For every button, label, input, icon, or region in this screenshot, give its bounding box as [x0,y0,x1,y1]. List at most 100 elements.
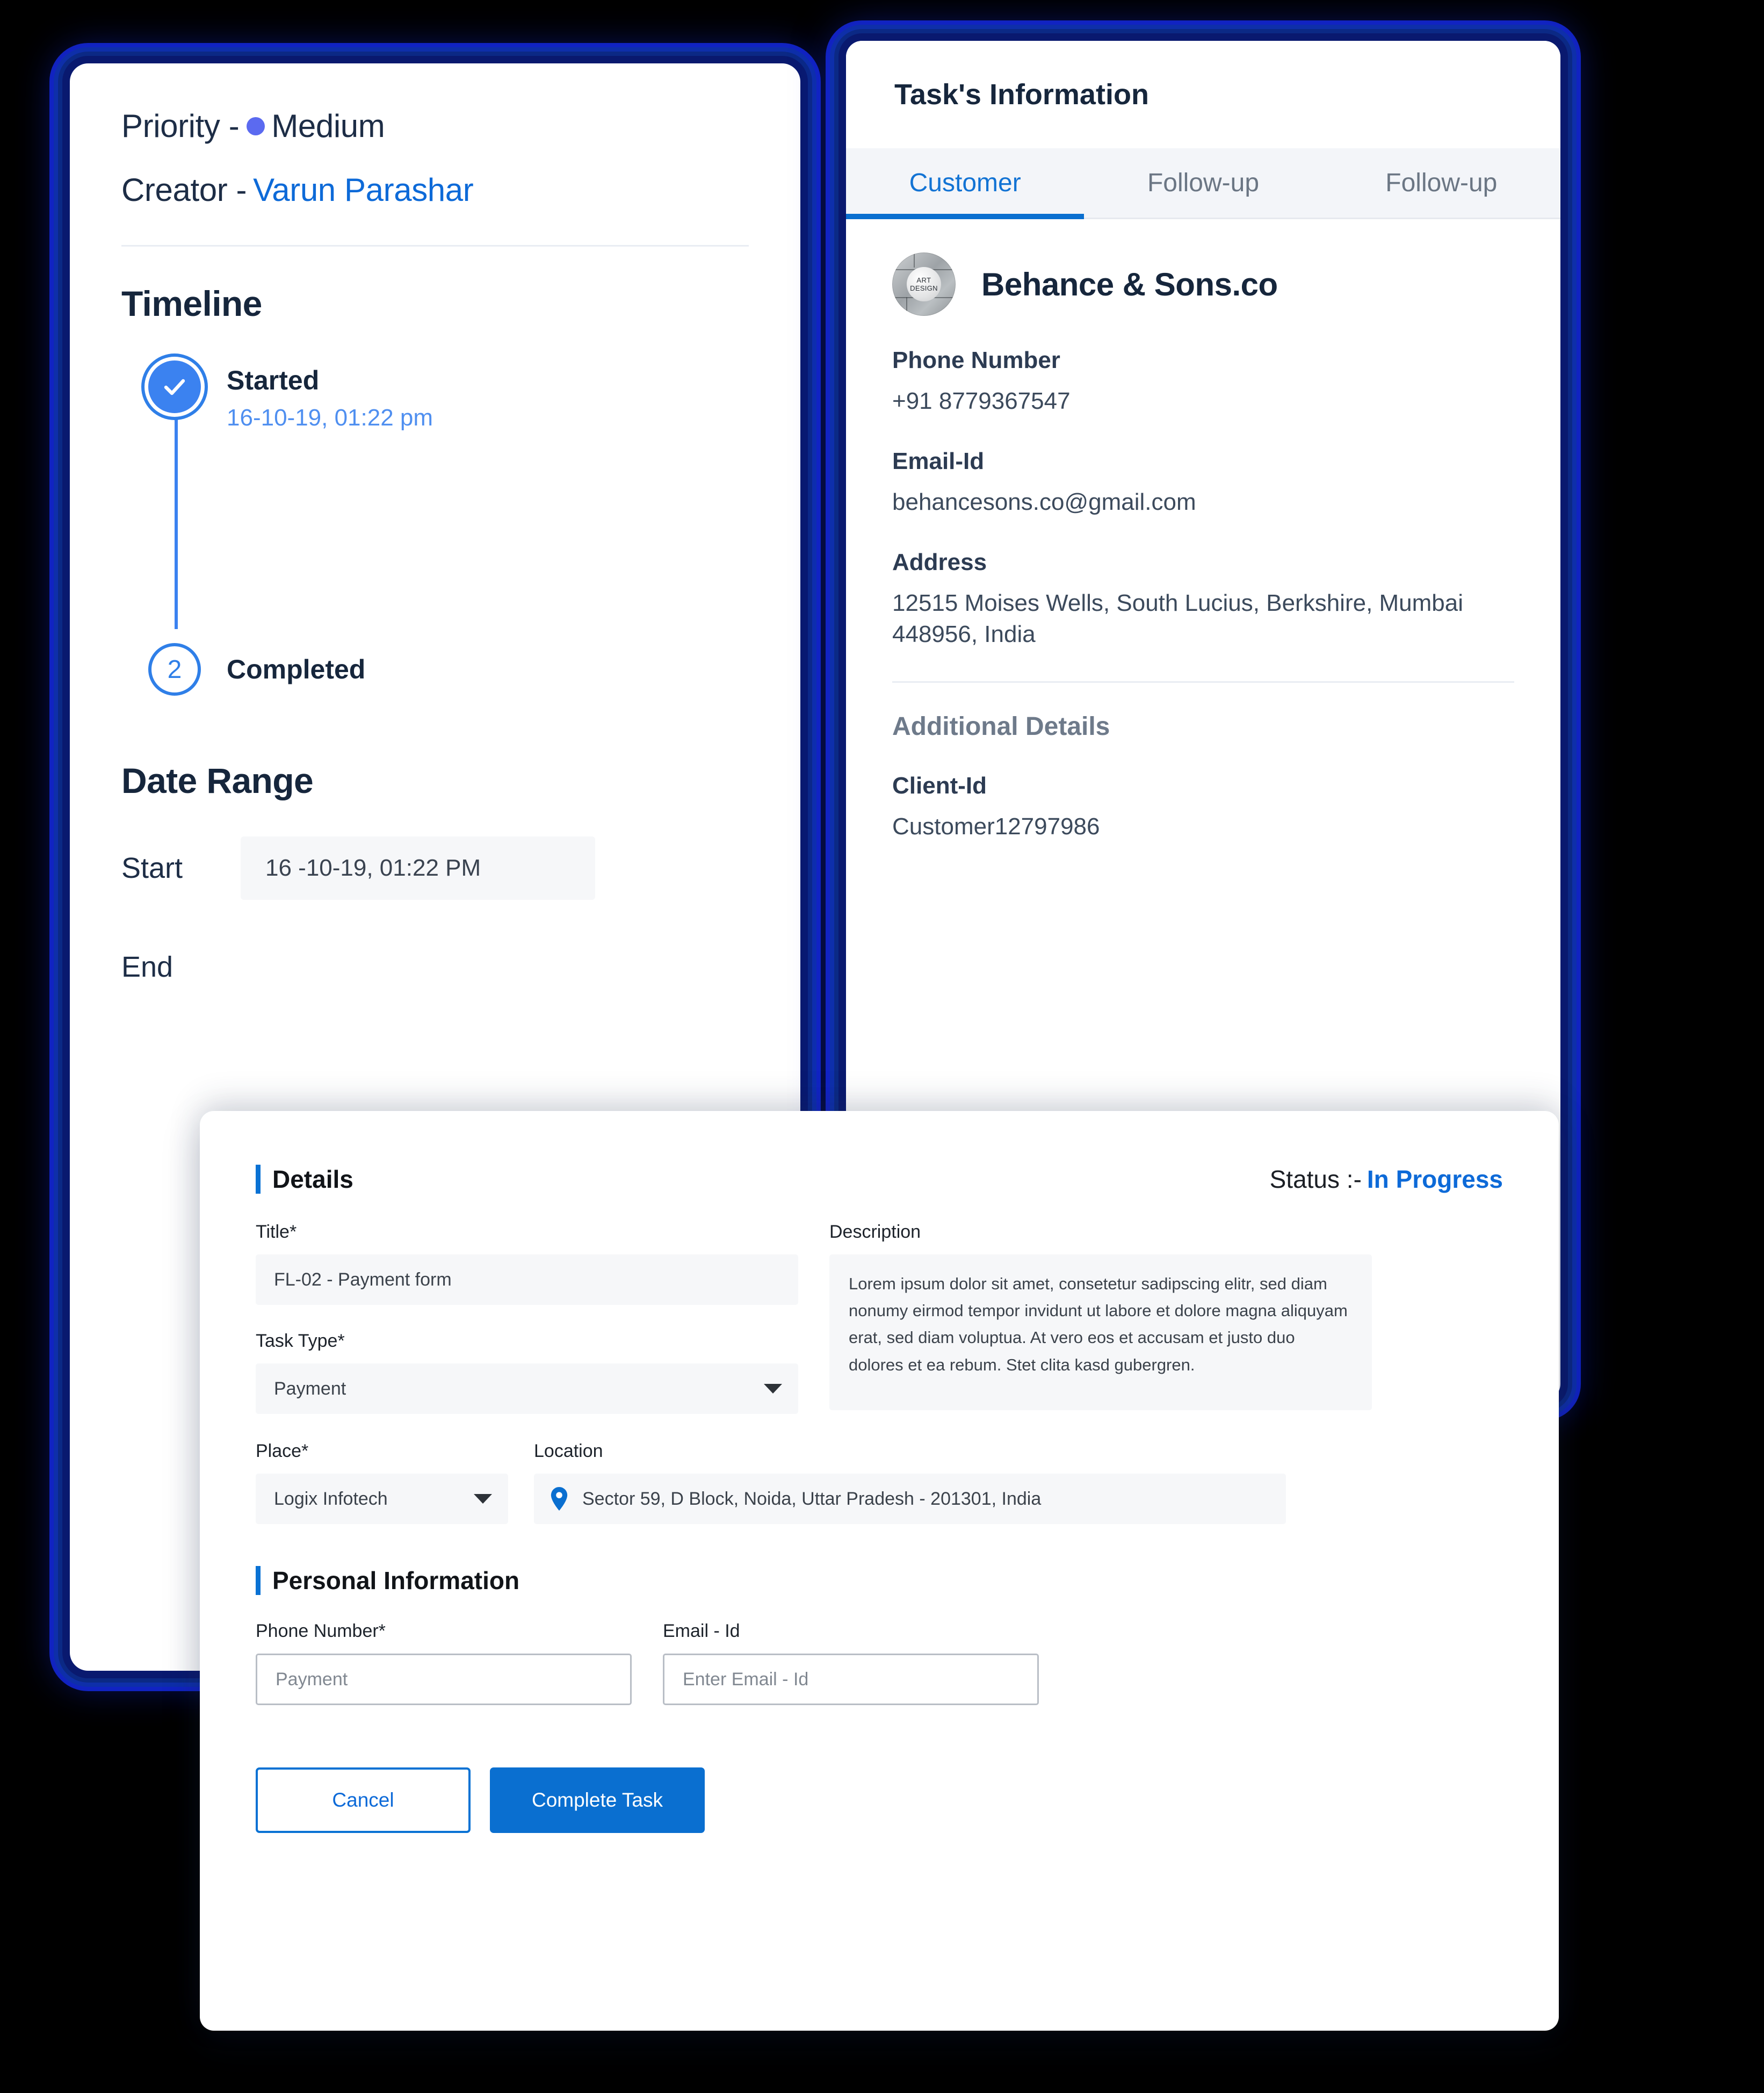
timeline-label: Completed [227,654,366,684]
personal-information-heading: Personal Information [272,1567,520,1594]
timeline-step-number: 2 [167,655,182,684]
customer-address-block: Address 12515 Moises Wells, South Lucius… [892,549,1514,650]
date-start-label: Start [121,852,183,884]
place-value: Logix Infotech [274,1488,388,1509]
details-heading: Details [272,1165,353,1193]
email-input[interactable]: Enter Email - Id [663,1654,1039,1705]
customer-email-block: Email-Id behancesons.co@gmail.com [892,448,1514,518]
timeline-text-started: Started 16-10-19, 01:22 pm [227,360,433,431]
map-pin-icon [551,1487,568,1511]
client-id-value: Customer12797986 [892,813,1100,840]
tab-followup-1[interactable]: Follow-up [1084,148,1322,218]
customer-tab-panel: ART DESIGN Behance & Sons.co Phone Numbe… [846,219,1560,842]
customer-address-value: 12515 Moises Wells, South Lucius, Berksh… [892,590,1464,648]
complete-task-button[interactable]: Complete Task [490,1767,705,1833]
date-range-start-row: Start 16 -10-19, 01:22 PM [121,836,800,900]
status-label: Status :- [1269,1165,1362,1193]
company-logo-avatar: ART DESIGN [892,252,956,316]
task-type-label: Task Type* [256,1331,345,1351]
timeline-heading: Timeline [121,284,262,323]
email-field-group: Email - Id Enter Email - Id [663,1621,1039,1705]
status-badge: Status :- In Progress [1270,1165,1503,1194]
priority-dot-icon [247,117,265,135]
timeline-marker-done [148,360,201,413]
location-label: Location [534,1441,603,1461]
check-icon [164,379,185,395]
task-type-value: Payment [274,1378,346,1399]
logo-line-5 [906,297,907,316]
description-label: Description [829,1222,921,1242]
priority-label: Priority - [121,108,240,144]
customer-phone-value: +91 8779367547 [892,388,1071,414]
location-value: Sector 59, D Block, Noida, Uttar Pradesh… [582,1488,1042,1509]
timeline-time: 16-10-19, 01:22 pm [227,405,433,431]
timeline-label: Started [227,365,320,395]
personal-information-row: Phone Number* Payment Email - Id Enter E… [256,1621,1503,1705]
customer-name: Behance & Sons.co [981,266,1278,302]
details-heading-group: Details [256,1165,353,1194]
tab-customer[interactable]: Customer [846,148,1085,219]
status-value: In Progress [1367,1165,1503,1193]
creator-row: Creator - Varun Parashar [121,171,800,208]
task-details-modal: Details Status :- In Progress Title* FL-0… [200,1111,1559,2031]
phone-field-group: Phone Number* Payment [256,1621,632,1705]
logo-text-design: DESIGN [910,284,938,292]
customer-phone-label: Phone Number [892,347,1060,373]
task-information-tabs: Customer Follow-up Follow-up [846,148,1560,219]
timeline-marker-pending: 2 [148,643,201,696]
additional-details-heading: Additional Details [892,712,1110,741]
personal-information-heading-group: Personal Information [256,1566,1503,1595]
details-form-grid: Title* FL-02 - Payment form Task Type* P… [256,1222,1503,1414]
cancel-button[interactable]: Cancel [256,1767,471,1833]
task-information-header: Task's Information [846,41,1560,148]
additional-details-divider [892,681,1514,683]
timeline-item-completed: 2 Completed [148,643,800,696]
phone-input[interactable]: Payment [256,1654,632,1705]
client-id-label: Client-Id [892,773,987,799]
screen-root: Priority - Medium Creator - Varun Parash… [0,0,1764,2093]
creator-link[interactable]: Varun Parashar [253,171,474,208]
details-header-row: Details Status :- In Progress [256,1165,1503,1194]
modal-actions: Cancel Complete Task [256,1767,1503,1833]
date-end-label: End [121,951,173,983]
logo-line-1 [914,252,915,268]
logo-inner-disc: ART DESIGN [907,267,941,301]
customer-identity-row: ART DESIGN Behance & Sons.co [892,252,1514,316]
timeline-list: Started 16-10-19, 01:22 pm 2 Completed [121,360,800,696]
description-textarea[interactable]: Lorem ipsum dolor sit amet, consetetur s… [829,1254,1372,1410]
phone-label: Phone Number* [256,1621,386,1641]
priority-value: Medium [271,108,385,144]
tab-followup-2[interactable]: Follow-up [1322,148,1560,218]
location-field-group: Location Sector 59, D Block, Noida, Utta… [534,1441,1286,1524]
title-input[interactable]: FL-02 - Payment form [256,1254,798,1305]
details-right-column: Description Lorem ipsum dolor sit amet, … [829,1222,1372,1414]
timeline-text-completed: Completed [227,654,365,685]
chevron-down-icon [474,1494,492,1504]
details-accent-bar [256,1165,261,1194]
place-label: Place* [256,1441,309,1461]
place-select[interactable]: Logix Infotech [256,1474,508,1524]
customer-phone-block: Phone Number +91 8779367547 [892,347,1514,417]
place-location-row: Place* Logix Infotech Location Sector 59… [256,1441,1503,1524]
title-label: Title* [256,1222,297,1242]
date-start-field[interactable]: 16 -10-19, 01:22 PM [241,836,595,900]
place-field-group: Place* Logix Infotech [256,1441,508,1524]
email-label: Email - Id [663,1621,740,1641]
title-field-group: Title* FL-02 - Payment form [256,1222,798,1305]
client-id-block: Client-Id Customer12797986 [892,773,1514,842]
task-type-select[interactable]: Payment [256,1363,798,1414]
customer-email-label: Email-Id [892,448,985,475]
date-range-end-row: End [121,935,800,999]
timeline-item-started: Started 16-10-19, 01:22 pm [148,360,800,431]
customer-email-value: behancesons.co@gmail.com [892,489,1196,516]
chevron-down-icon [764,1384,782,1394]
location-input[interactable]: Sector 59, D Block, Noida, Uttar Pradesh… [534,1474,1286,1524]
creator-label: Creator - [121,172,247,208]
task-information-title: Task's Information [894,78,1149,111]
customer-address-label: Address [892,549,987,576]
priority-row: Priority - Medium [121,107,800,145]
summary-divider [121,245,749,247]
timeline-connector [175,420,178,629]
task-summary-content: Priority - Medium Creator - Varun Parash… [70,63,800,999]
logo-text-art: ART [916,276,931,284]
